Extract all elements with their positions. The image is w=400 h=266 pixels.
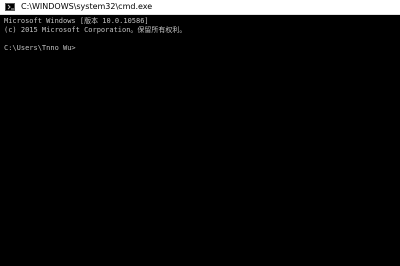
cmd-icon (5, 3, 15, 11)
console-line-copyright: (c) 2015 Microsoft Corporation。保留所有权利。 (4, 26, 187, 34)
window-title: C:\WINDOWS\system32\cmd.exe (21, 2, 153, 11)
title-bar[interactable]: C:\WINDOWS\system32\cmd.exe (0, 0, 400, 15)
cmd-window[interactable]: C:\WINDOWS\system32\cmd.exe Microsoft Wi… (0, 0, 400, 266)
console-line-version: Microsoft Windows [版本 10.0.10586] (4, 17, 149, 25)
console-prompt[interactable]: C:\Users\Tnno Wu> (4, 44, 76, 53)
console-output[interactable]: Microsoft Windows [版本 10.0.10586] (c) 20… (0, 15, 400, 266)
